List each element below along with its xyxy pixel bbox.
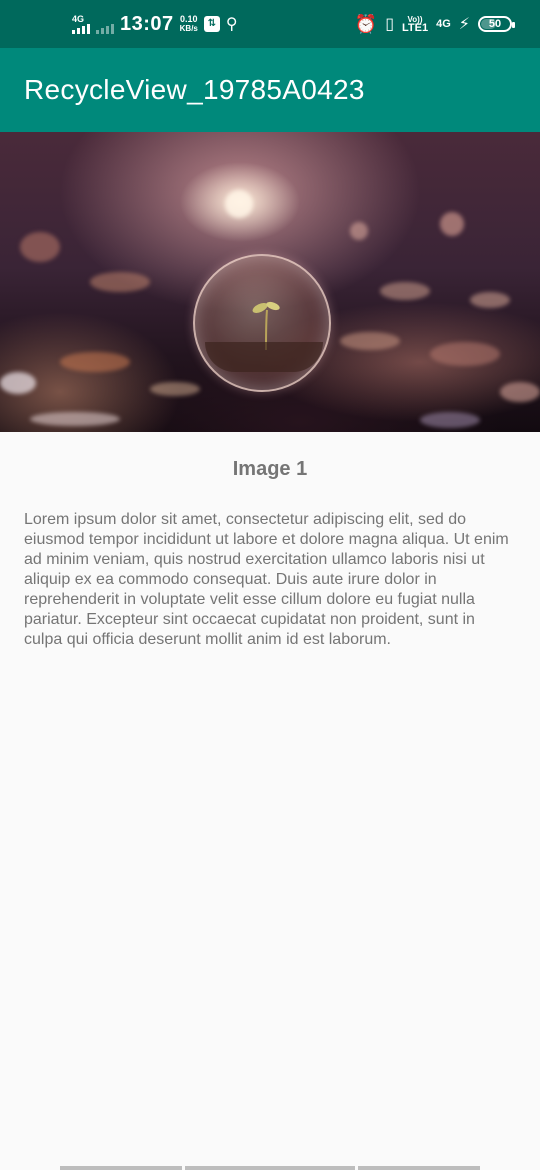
network-type-2-label: 4G [436,17,451,30]
item-image [0,132,540,432]
vpn-icon: ⇅ [203,16,220,32]
signal-strength-sim2-icon [96,24,114,34]
bubble-graphic [193,254,331,392]
nav-bar-segment-right [358,1166,480,1170]
nav-bar-segment-center [185,1166,355,1170]
network-speed-unit: KB/s [179,24,198,33]
app-bar: RecycleView_19785A0423 [0,48,540,132]
network-speed: 0.10 KB/s [179,14,198,34]
vibrate-icon: ▯ [385,16,394,33]
alarm-icon: ⏰ [354,13,378,34]
nav-bar-segment-left [60,1166,182,1170]
charging-icon: ⚡ [458,16,470,33]
network-speed-value: 0.10 [180,14,198,24]
signal-strength-icon: 4G [72,13,90,34]
battery-level: 50 [488,18,502,30]
network-type-label: 4G [72,13,85,24]
lte-label: LTE1 [402,22,429,34]
clock: 13:07 [120,12,174,35]
status-bar: 4G 13:07 0.10 KB/s ⇅ ⚲ ⏰ ▯ Vo)) LTE1 4G … [0,0,540,48]
item-description: Lorem ipsum dolor sit amet, consectetur … [24,511,509,648]
app-title: RecycleView_19785A0423 [24,74,365,105]
sprout-icon [252,301,280,350]
volte-indicator: Vo)) LTE1 [402,15,429,34]
usb-icon: ⚲ [225,16,238,33]
item-title: Image 1 [232,458,308,480]
battery-icon: 50 [478,16,515,32]
